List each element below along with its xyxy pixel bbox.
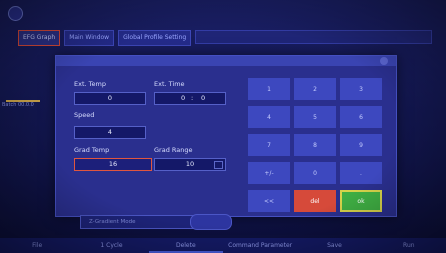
ext-temp-field[interactable]: 0 [74,92,146,105]
bottom-item-delete[interactable]: Delete [148,238,223,253]
sidebar-item-batch[interactable]: Batch 00.0.0 [0,96,40,112]
bottom-item-cycle[interactable]: 1 Cycle [74,238,148,253]
speed-label: Speed [74,111,95,119]
sidebar-item-label: Batch 00.0.0 [2,102,34,108]
key-8[interactable]: 8 [294,134,336,156]
grad-temp-label: Grad Temp [74,146,110,154]
chevron-down-icon [214,161,223,169]
grad-range-value: 10 [185,160,195,168]
key-plus-minus[interactable]: +/- [248,162,290,184]
tab-main-window[interactable]: Main Window [64,30,115,46]
key-backspace[interactable]: << [248,190,290,212]
dialog-close-icon[interactable] [380,57,388,65]
ext-time-label: Ext. Time [154,80,185,88]
key-0[interactable]: 0 [294,162,336,184]
ext-time-seconds: 0 [201,94,206,102]
bottom-item-run[interactable]: Run [372,238,446,253]
key-2[interactable]: 2 [294,78,336,100]
bottom-item-save[interactable]: Save [297,238,371,253]
numeric-keypad: 1 2 3 4 5 6 7 8 9 +/- 0 . << del ok [248,78,388,213]
key-9[interactable]: 9 [340,134,382,156]
grad-range-select[interactable]: 10 [154,158,226,171]
grad-temp-field[interactable]: 16 [74,158,152,171]
tab-efg-graph[interactable]: EFG Graph [18,30,61,46]
ext-time-separator: : [191,94,194,102]
top-tab-bar: EFG Graph Main Window Global Profile Set… [18,30,432,46]
key-6[interactable]: 6 [340,106,382,128]
app-logo-icon[interactable] [8,6,23,21]
bottom-item-file[interactable]: File [0,238,74,253]
ext-time-field[interactable]: 0 : 0 [154,92,226,105]
app-screen: EFG Graph Main Window Global Profile Set… [0,0,446,253]
grad-range-label: Grad Range [154,146,193,154]
bottom-item-command-parameter[interactable]: Command Parameter [223,238,297,253]
key-4[interactable]: 4 [248,106,290,128]
key-decimal[interactable]: . [340,162,382,184]
delete-button[interactable]: del [294,190,336,212]
bottom-toolbar: File 1 Cycle Delete Command Parameter Sa… [0,238,446,253]
key-3[interactable]: 3 [340,78,382,100]
ext-time-minutes: 0 [181,94,186,102]
ok-button[interactable]: ok [340,190,382,212]
key-5[interactable]: 5 [294,106,336,128]
tab-bar-fill [195,30,432,44]
key-7[interactable]: 7 [248,134,290,156]
edit-step-dialog: Ext. Temp 0 Ext. Time 0 : 0 Speed 4 Grad… [55,55,397,217]
toggle-button[interactable] [190,214,232,230]
key-1[interactable]: 1 [248,78,290,100]
tab-global-profile[interactable]: Global Profile Setting [118,30,192,46]
ext-temp-label: Ext. Temp [74,80,106,88]
dialog-titlebar [56,56,396,66]
speed-field[interactable]: 4 [74,126,146,139]
